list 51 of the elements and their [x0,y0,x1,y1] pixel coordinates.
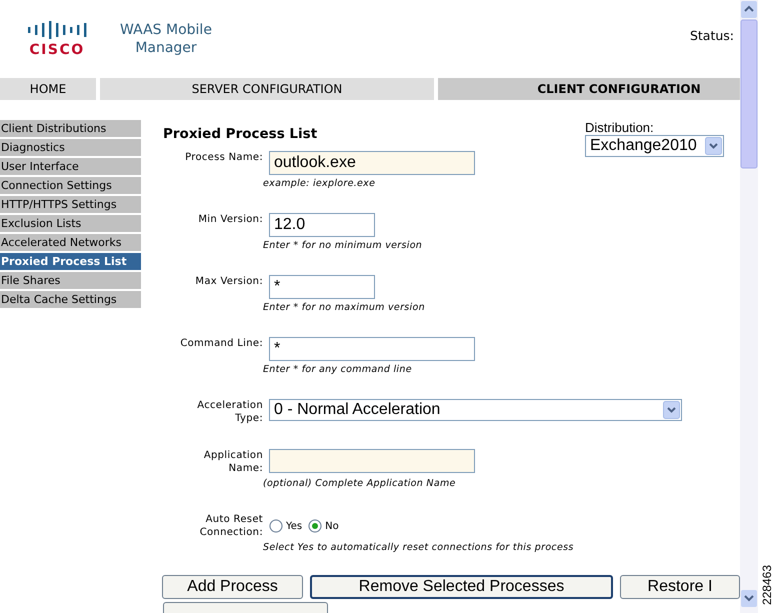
text-field[interactable]: outlook.exe [269,151,475,175]
text-field[interactable]: * [269,275,375,299]
field-label: Acceleration Type: [196,399,263,425]
page-title: Proxied Process List [163,126,318,142]
field-hint: Enter * for no minimum version [263,240,424,251]
form-button[interactable]: Add Process [162,575,303,599]
radio-label: No [325,520,339,532]
dropdown-caret-icon[interactable] [705,137,722,155]
sidebar-item[interactable]: Connection Settings [0,177,141,194]
sidebar-item[interactable]: User Interface [0,158,141,175]
field-hint: (optional) Complete Application Name [263,478,457,489]
field-hint: Enter * for any command line [263,364,413,375]
figure-number: 228463 [761,564,773,605]
sidebar-item[interactable]: Client Distributions [0,120,141,137]
form-button[interactable]: Restore I [620,575,740,599]
field-hint: Select Yes to automatically reset connections for this process [263,542,575,553]
text-field[interactable]: * [269,337,475,361]
sidebar-item[interactable]: Proxied Process List [0,253,141,270]
field-label: Max Version: [194,275,263,289]
radio-label: Yes [286,520,302,532]
status-label: Status: [690,28,734,42]
nav-tab[interactable]: HOME [0,78,96,100]
scrollbar[interactable] [740,0,758,613]
logo-bars-icon [27,20,87,38]
field-label: Application Name: [202,449,263,475]
form-button[interactable]: Remove Selected Processes [310,575,613,599]
partial-button[interactable] [163,602,328,613]
sidebar-item[interactable]: HTTP/HTTPS Settings [0,196,141,213]
field-label: Command Line: [179,337,263,351]
field-label: Process Name: [184,151,263,165]
nav-tab[interactable]: SERVER CONFIGURATION [100,78,434,100]
sidebar-item[interactable]: Delta Cache Settings [0,291,141,308]
radio-button[interactable] [269,519,283,533]
app-title: WAAS Mobile Manager [119,21,213,57]
sidebar-item[interactable]: Exclusion Lists [0,215,141,232]
sidebar-item[interactable]: Diagnostics [0,139,141,156]
field-label: Min Version: [197,213,263,227]
radio-button[interactable] [308,519,322,533]
field-hint: example: iexplore.exe [263,178,376,189]
sidebar-item[interactable]: Accelerated Networks [0,234,141,251]
nav-tab[interactable]: CLIENT CONFIGURATION [438,78,740,100]
field-label: Auto Reset Connection: [198,513,263,539]
text-field[interactable]: 12.0 [269,213,375,237]
distribution-dropdown[interactable]: Exchange2010 [585,135,724,157]
acceleration-type-dropdown[interactable]: 0 - Normal Acceleration [269,399,682,421]
logo-wordmark: CISCO [29,42,85,58]
text-field[interactable] [269,449,475,473]
distribution-label: Distribution: [585,120,655,135]
dropdown-caret-icon[interactable] [663,401,680,419]
field-hint: Enter * for no maximum version [263,302,426,313]
sidebar-item[interactable]: File Shares [0,272,141,289]
